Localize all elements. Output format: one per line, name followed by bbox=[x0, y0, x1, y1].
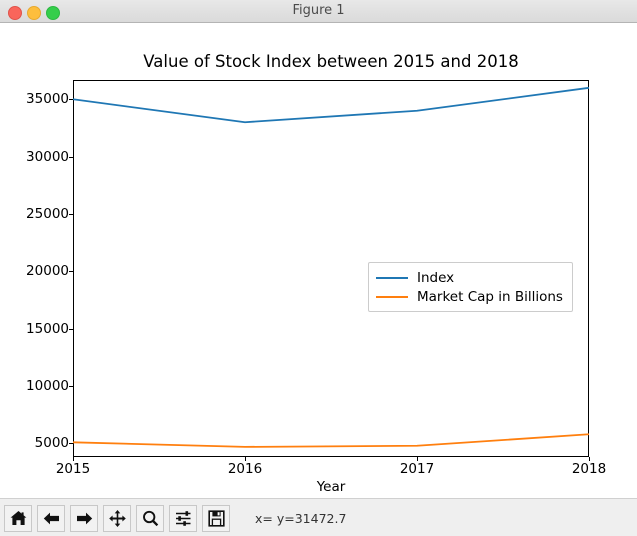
x-tick-label: 2015 bbox=[55, 461, 91, 477]
x-tick-mark bbox=[73, 457, 74, 461]
magnifier-icon bbox=[142, 510, 158, 527]
floppy-disk-save-icon bbox=[207, 510, 225, 527]
arrow-right-icon bbox=[76, 512, 92, 525]
x-tick-mark bbox=[589, 457, 590, 461]
configure-subplots-button[interactable] bbox=[169, 505, 197, 532]
save-button[interactable] bbox=[202, 505, 230, 532]
y-tick-label: 15000 bbox=[26, 320, 69, 337]
home-button[interactable] bbox=[4, 505, 32, 532]
legend-label-index: Index bbox=[417, 269, 455, 286]
coordinate-status-text: x= y=31472.7 bbox=[255, 511, 347, 526]
sliders-icon bbox=[175, 511, 190, 526]
move-cross-arrows-icon bbox=[108, 510, 126, 527]
x-axis-label: Year bbox=[316, 479, 346, 495]
y-tick-label: 25000 bbox=[26, 206, 69, 222]
forward-button[interactable] bbox=[70, 505, 98, 532]
figure-canvas[interactable]: Value of Stock Index between 2015 and 20… bbox=[0, 24, 637, 498]
line-series-market-cap bbox=[73, 433, 589, 448]
legend-item-index: Index bbox=[376, 268, 563, 287]
window-titlebar: Figure 1 bbox=[0, 0, 637, 23]
legend-swatch-market-cap bbox=[376, 295, 408, 298]
pan-button[interactable] bbox=[103, 505, 131, 532]
legend-label-market-cap: Market Cap in Billions bbox=[417, 288, 563, 305]
x-tick-label: 2016 bbox=[227, 461, 263, 477]
chart-legend: Index Market Cap in Billions bbox=[368, 262, 573, 312]
x-tick-label: 2017 bbox=[399, 461, 435, 477]
window-title: Figure 1 bbox=[292, 3, 345, 18]
y-tick-label: 5000 bbox=[34, 435, 69, 452]
y-tick-label: 10000 bbox=[26, 378, 69, 395]
home-icon bbox=[10, 511, 26, 525]
y-axis-tick-labels: 5000 10000 15000 20000 25000 30000 35000 bbox=[0, 24, 73, 498]
legend-item-market-cap: Market Cap in Billions bbox=[376, 287, 563, 306]
x-tick-label: 2018 bbox=[571, 461, 607, 477]
y-tick-label: 35000 bbox=[26, 91, 69, 108]
legend-swatch-index bbox=[376, 276, 408, 279]
x-tick-mark bbox=[245, 457, 246, 461]
y-tick-label: 20000 bbox=[26, 263, 69, 280]
zoom-button[interactable] bbox=[136, 505, 164, 532]
arrow-left-icon bbox=[43, 512, 59, 525]
matplotlib-toolbar: x= y=31472.7 bbox=[0, 498, 637, 536]
x-tick-mark bbox=[417, 457, 418, 461]
back-button[interactable] bbox=[37, 505, 65, 532]
line-series-index bbox=[73, 86, 589, 124]
y-tick-label: 30000 bbox=[26, 148, 69, 165]
chart-title: Value of Stock Index between 2015 and 20… bbox=[143, 52, 519, 71]
figure-window: Figure 1 Value of Stock Index between 20… bbox=[0, 0, 637, 536]
